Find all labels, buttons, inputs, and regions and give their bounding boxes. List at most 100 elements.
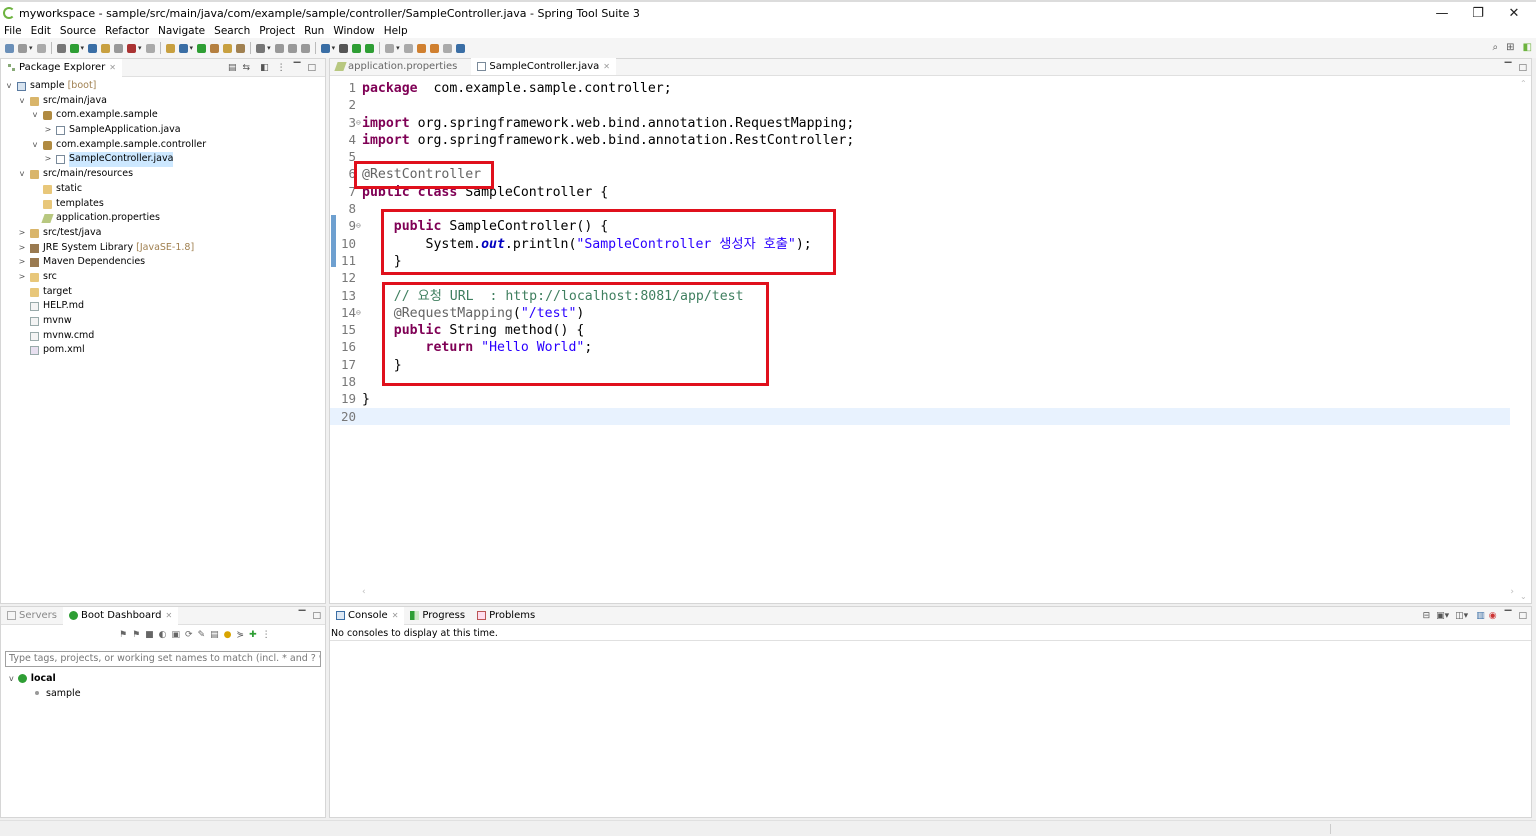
code-line[interactable]: 20 xyxy=(330,407,1510,425)
chevron-down-icon[interactable]: ▾ xyxy=(81,44,85,52)
code-line[interactable]: 12 xyxy=(330,269,1510,286)
code-line[interactable]: 13 // 요청 URL : http://localhost:8081/app… xyxy=(330,287,1510,304)
chevron-down-icon[interactable]: v xyxy=(4,79,14,94)
close-icon[interactable]: ✕ xyxy=(603,62,610,71)
code-line[interactable]: 16 return "Hello World"; xyxy=(330,338,1510,355)
last-edit-icon[interactable] xyxy=(442,43,452,53)
local-target-row[interactable]: v local xyxy=(9,671,56,685)
tab-console[interactable]: Console ✕ xyxy=(330,606,405,625)
minimize-view-icon[interactable]: ▔ xyxy=(294,63,301,73)
tree-item[interactable]: mvnw xyxy=(1,314,325,329)
menu-file[interactable]: File xyxy=(4,25,22,37)
tree-item[interactable]: templates xyxy=(1,197,325,212)
open-console-icon[interactable]: ◫▾ xyxy=(1455,611,1468,621)
code-line[interactable]: 4 import org.springframework.web.bind.an… xyxy=(330,131,1510,148)
settings-icon[interactable] xyxy=(56,43,66,53)
code-line[interactable]: 1 package com.example.sample.controller; xyxy=(330,79,1510,96)
start-icon[interactable]: ⚑ xyxy=(119,630,127,640)
chevron-down-icon[interactable]: v xyxy=(30,108,40,123)
code-line[interactable]: 11 } xyxy=(330,252,1510,269)
stop-console-icon[interactable]: ◉ xyxy=(1489,611,1497,621)
tree-item[interactable]: target xyxy=(1,285,325,300)
code-line[interactable]: 2 xyxy=(330,96,1510,113)
new-package-icon[interactable] xyxy=(178,43,188,53)
close-icon[interactable]: ✕ xyxy=(165,611,172,620)
lightbulb-icon[interactable]: ● xyxy=(224,630,232,640)
chevron-right-icon[interactable]: > xyxy=(17,241,27,256)
view-menu-icon[interactable]: ⋮ xyxy=(277,63,286,73)
tab-problems[interactable]: Problems xyxy=(471,607,541,625)
chevron-right-icon[interactable]: > xyxy=(17,270,27,285)
properties-icon[interactable]: ▤ xyxy=(210,630,219,640)
code-line[interactable]: 8 xyxy=(330,200,1510,217)
save-icon[interactable] xyxy=(18,43,27,53)
collapse-all-icon[interactable]: ▤ xyxy=(228,63,237,73)
globe-icon[interactable] xyxy=(320,43,330,53)
maximize-view-icon[interactable]: □ xyxy=(1518,611,1527,621)
pin-console-icon[interactable]: ⊟ xyxy=(1423,611,1431,621)
tree-item[interactable]: > JRE System Library [JavaSE-1.8] xyxy=(1,241,325,256)
chevron-down-icon[interactable]: v xyxy=(30,138,40,153)
tree-item[interactable]: > src xyxy=(1,270,325,285)
menu-project[interactable]: Project xyxy=(259,25,295,37)
code-editor[interactable]: 1 package com.example.sample.controller;… xyxy=(330,79,1510,425)
tab-sample-controller[interactable]: SampleController.java ✕ xyxy=(471,58,616,75)
close-button[interactable]: ✕ xyxy=(1496,2,1532,24)
new-java-project-icon[interactable] xyxy=(165,43,175,53)
search-icon[interactable]: ⌕ xyxy=(1493,42,1499,53)
close-icon[interactable]: ✕ xyxy=(109,63,116,72)
tab-servers[interactable]: Servers xyxy=(1,607,63,625)
code-line[interactable]: 19 } xyxy=(330,390,1510,407)
maximize-view-icon[interactable]: □ xyxy=(312,611,321,621)
code-line[interactable]: 6 @RestController xyxy=(330,165,1510,182)
menu-edit[interactable]: Edit xyxy=(31,25,51,37)
chevron-down-icon[interactable]: v xyxy=(17,94,27,109)
edit-icon[interactable]: ✎ xyxy=(198,630,206,640)
filter-input[interactable]: Type tags, projects, or working set name… xyxy=(5,651,321,667)
new-icon[interactable] xyxy=(5,43,14,53)
chevron-down-icon[interactable]: v xyxy=(9,674,14,683)
chevron-right-icon[interactable]: > xyxy=(43,123,53,138)
restore-button[interactable]: ❐ xyxy=(1460,2,1496,24)
vertical-scrollbar[interactable]: ⌃ ⌄ xyxy=(1517,77,1531,603)
code-line[interactable]: 9⊖ public SampleController() { xyxy=(330,217,1510,234)
save-all-icon[interactable] xyxy=(36,43,46,53)
tree-item[interactable]: > SampleApplication.java xyxy=(1,123,325,138)
view-menu-icon[interactable]: ⋮ xyxy=(262,630,271,640)
chevron-down-icon[interactable]: ▾ xyxy=(29,44,33,52)
tree-item[interactable]: mvnw.cmd xyxy=(1,329,325,344)
debug-icon[interactable]: ⚑ xyxy=(132,630,140,640)
next-annotation-icon[interactable] xyxy=(385,43,395,53)
console-icon[interactable]: ▣ xyxy=(172,630,181,640)
link-editor-icon[interactable]: ⇆ xyxy=(243,63,251,73)
tree-item[interactable]: > src/test/java xyxy=(1,226,325,241)
menu-navigate[interactable]: Navigate xyxy=(158,25,205,37)
code-line[interactable]: 10 System.out.println("SampleController … xyxy=(330,235,1510,252)
chevron-down-icon[interactable]: ▾ xyxy=(190,44,194,52)
spring-perspective-icon[interactable]: ◧ xyxy=(1523,42,1532,53)
tree-item[interactable]: > SampleController.java xyxy=(1,152,325,168)
menu-window[interactable]: Window xyxy=(333,25,374,37)
minimize-view-icon[interactable]: ▔ xyxy=(1505,63,1512,73)
chevron-right-icon[interactable]: > xyxy=(17,255,27,270)
tree-item[interactable]: static xyxy=(1,182,325,197)
scroll-left-icon[interactable]: ‹ xyxy=(362,587,366,601)
code-line[interactable]: 18 xyxy=(330,373,1510,390)
scroll-down-icon[interactable]: ⌄ xyxy=(1520,592,1527,601)
forward-icon[interactable] xyxy=(429,43,439,53)
boot-icon[interactable] xyxy=(352,43,362,53)
tree-item[interactable]: v com.example.sample xyxy=(1,108,325,123)
new-class-icon[interactable] xyxy=(197,43,207,53)
chevron-down-icon[interactable]: ▾ xyxy=(138,44,142,52)
chevron-down-icon[interactable]: v xyxy=(17,167,27,182)
tree-item[interactable]: > Maven Dependencies xyxy=(1,255,325,270)
menu-help[interactable]: Help xyxy=(384,25,408,37)
code-line[interactable]: 17 } xyxy=(330,356,1510,373)
scroll-up-icon[interactable]: ⌃ xyxy=(1520,79,1527,88)
tree-item[interactable]: v sample [boot] xyxy=(1,79,325,94)
block-select-icon[interactable] xyxy=(287,43,297,53)
stop-icon[interactable]: ■ xyxy=(145,630,154,640)
prev-annotation-icon[interactable] xyxy=(403,43,413,53)
refresh-icon[interactable] xyxy=(365,43,375,53)
tree-item[interactable]: pom.xml xyxy=(1,343,325,358)
